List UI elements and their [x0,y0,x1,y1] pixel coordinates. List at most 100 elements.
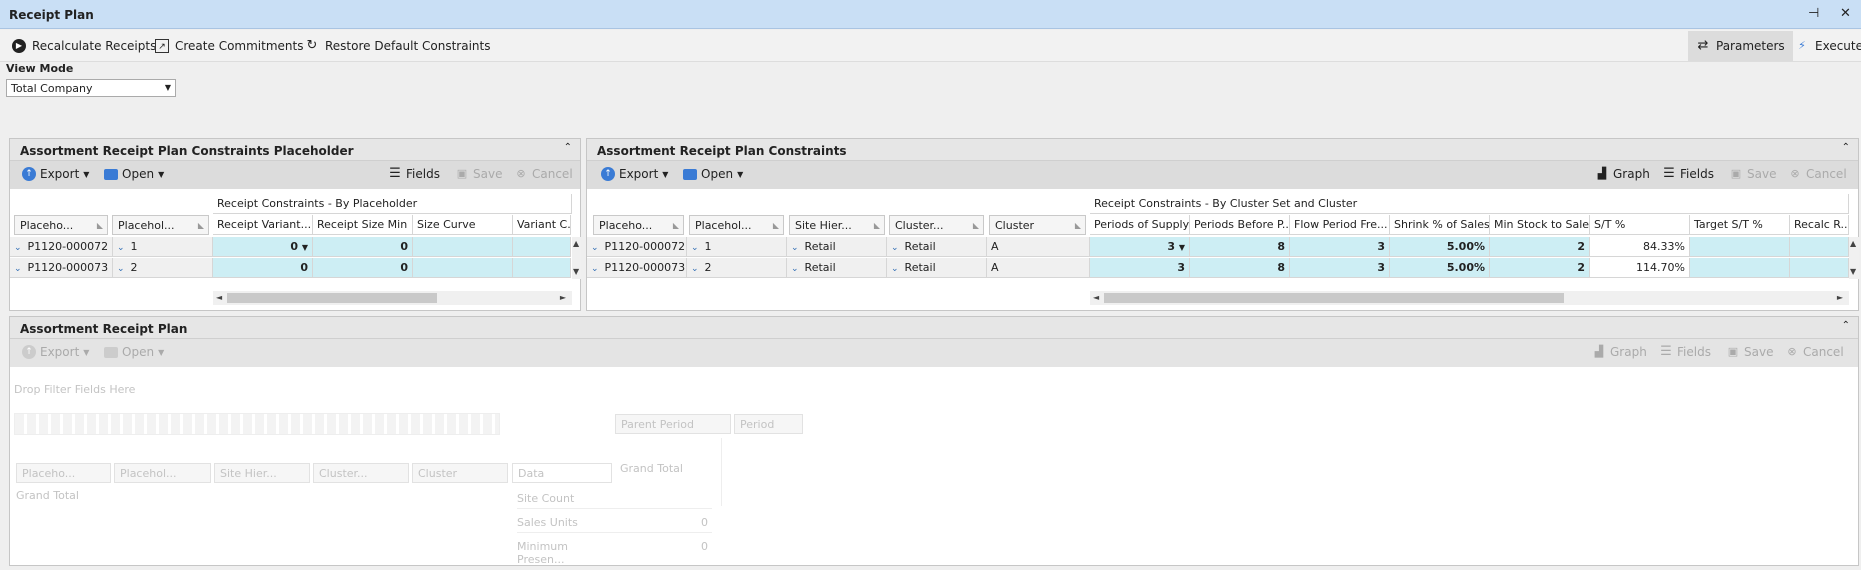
table-row-header[interactable]: A [987,258,1090,278]
row-header-site-hierarchy[interactable]: Site Hier... ◣ [789,215,885,235]
flow-period-cell[interactable]: 3 [1290,237,1390,257]
col-header[interactable]: Periods Before P... [1190,215,1290,235]
flow-period-cell[interactable]: 3 [1290,258,1390,278]
col-header[interactable]: Variant C... [513,215,571,235]
col-header[interactable]: Recalc R... [1790,215,1849,235]
st-cell[interactable]: 84.33% [1590,237,1690,257]
col-header[interactable]: Min Stock to Sales [1490,215,1590,235]
open-button[interactable]: Open ▼ [104,345,164,359]
min-stock-cell[interactable]: 2 [1490,258,1590,278]
row-field-site-hierarchy[interactable]: Site Hier... [214,463,310,483]
collapse-icon[interactable]: ⌃ [564,142,572,153]
table-row-header[interactable]: ⌄ 1 [113,237,213,257]
row-field-placeholder-num[interactable]: Placehol... [114,463,211,483]
graph-button[interactable]: ▟ Graph [1592,345,1647,359]
col-header[interactable]: Size Curve [413,215,513,235]
table-row-header[interactable]: A [987,237,1090,257]
collapse-icon[interactable]: ⌃ [1842,320,1850,331]
save-button[interactable]: ▣ Save [1729,167,1777,181]
horizontal-scrollbar[interactable]: ◄ ► [1090,291,1849,305]
save-button[interactable]: ▣ Save [1726,345,1774,359]
st-cell[interactable]: 114.70% [1590,258,1690,278]
cancel-button[interactable]: ⊗ Cancel [1785,345,1843,359]
table-row-header[interactable]: ⌄ Retail [787,237,887,257]
size-min-cell[interactable]: 0 [313,237,413,257]
table-row-header[interactable]: ⌄ 2 [687,258,787,278]
data-field-header[interactable]: Data [512,463,612,483]
cancel-button[interactable]: ⊗ Cancel [514,167,572,181]
fields-button[interactable]: ☰ Fields [1659,345,1711,360]
col-header[interactable]: Receipt Variant... [213,215,313,235]
execute-button[interactable]: ⚡ Execute [1795,37,1861,55]
vertical-scrollbar[interactable]: ▲ ▼ [572,237,581,279]
periods-before-cell[interactable]: 8 [1190,237,1290,257]
shrink-cell[interactable]: 5.00% [1390,237,1490,257]
recalc-cell[interactable] [1790,258,1849,278]
scrollbar-thumb[interactable] [1104,293,1564,303]
col-header[interactable]: Receipt Size Min [313,215,413,235]
export-button[interactable]: ↑ Export ▼ [22,345,89,359]
close-icon[interactable]: ✕ [1840,6,1851,21]
min-stock-cell[interactable]: 2 [1490,237,1590,257]
pin-icon[interactable]: ⊣ [1808,6,1819,21]
table-row-header[interactable]: ⌄ P1120-000072 [587,237,687,257]
export-button[interactable]: ↑ Export ▼ [22,167,89,181]
table-row-header[interactable]: ⌄ P1120-000072 [10,237,113,257]
horizontal-scrollbar[interactable]: ◄ ► [213,291,572,305]
fields-button[interactable]: ☰ Fields [388,167,440,182]
col-header[interactable]: Periods of Supply [1090,215,1190,235]
table-row-header[interactable]: ⌄ 1 [687,237,787,257]
col-field-period[interactable]: Period [734,414,803,434]
create-commitments-button[interactable]: ↗ Create Commitments [155,37,303,55]
receipt-variant-cell[interactable]: 0 ▼ [213,237,313,257]
drop-filter-area[interactable]: Drop Filter Fields Here [14,383,135,396]
table-row-header[interactable]: ⌄ 2 [113,258,213,278]
restore-default-constraints-button[interactable]: ↻ Restore Default Constraints [305,37,491,55]
col-header[interactable]: S/T % [1590,215,1690,235]
row-header-placeholder[interactable]: Placeho... ◣ [593,215,684,235]
row-header-cluster-set[interactable]: Cluster... ◣ [889,215,984,235]
open-button[interactable]: Open ▼ [683,167,743,181]
size-min-cell[interactable]: 0 [313,258,413,278]
save-button[interactable]: ▣ Save [455,167,503,181]
shrink-cell[interactable]: 5.00% [1390,258,1490,278]
collapse-icon[interactable]: ⌃ [1842,142,1850,153]
target-st-cell[interactable] [1690,237,1790,257]
receipt-variant-cell[interactable]: 0 [213,258,313,278]
variant-cell[interactable] [513,258,571,278]
table-row-header[interactable]: ⌄ Retail [887,258,987,278]
cancel-button[interactable]: ⊗ Cancel [1788,167,1846,181]
col-header[interactable]: Target S/T % [1690,215,1790,235]
periods-before-cell[interactable]: 8 [1190,258,1290,278]
table-row-header[interactable]: ⌄ P1120-000073 [587,258,687,278]
row-header-placeholder-num[interactable]: Placehol... ◣ [689,215,784,235]
export-button[interactable]: ↑ Export ▼ [601,167,668,181]
col-header[interactable]: Flow Period Fre... [1290,215,1390,235]
view-mode-select[interactable]: Total Company ▼ [6,79,176,97]
fields-button[interactable]: ☰ Fields [1662,167,1714,182]
size-curve-cell[interactable] [413,258,513,278]
periods-supply-cell[interactable]: 3 ▼ [1090,237,1190,257]
table-row-header[interactable]: ⌄ Retail [787,258,887,278]
col-field-parent-period[interactable]: Parent Period [615,414,731,434]
table-row-header[interactable]: ⌄ Retail [887,237,987,257]
parameters-button[interactable]: ⇄ Parameters [1688,31,1793,61]
size-curve-cell[interactable] [413,237,513,257]
vertical-scrollbar[interactable]: ▲ ▼ [1849,237,1859,279]
table-row-header[interactable]: ⌄ P1120-000073 [10,258,113,278]
row-header-placeholder[interactable]: Placeho... ◣ [14,215,108,235]
scrollbar-thumb[interactable] [227,293,437,303]
row-field-cluster-set[interactable]: Cluster... [313,463,409,483]
row-field-placeholder[interactable]: Placeho... [16,463,111,483]
row-header-placeholder-num[interactable]: Placehol... ◣ [112,215,209,235]
graph-button[interactable]: ▟ Graph [1595,167,1650,181]
variant-cell[interactable] [513,237,571,257]
col-header[interactable]: Shrink % of Sales [1390,215,1490,235]
periods-supply-cell[interactable]: 3 [1090,258,1190,278]
row-field-cluster[interactable]: Cluster [412,463,508,483]
target-st-cell[interactable] [1690,258,1790,278]
recalculate-receipts-button[interactable]: ▶ Recalculate Receipts [12,37,156,55]
recalc-cell[interactable] [1790,237,1849,257]
open-button[interactable]: Open ▼ [104,167,164,181]
row-header-cluster[interactable]: Cluster ◣ [989,215,1086,235]
